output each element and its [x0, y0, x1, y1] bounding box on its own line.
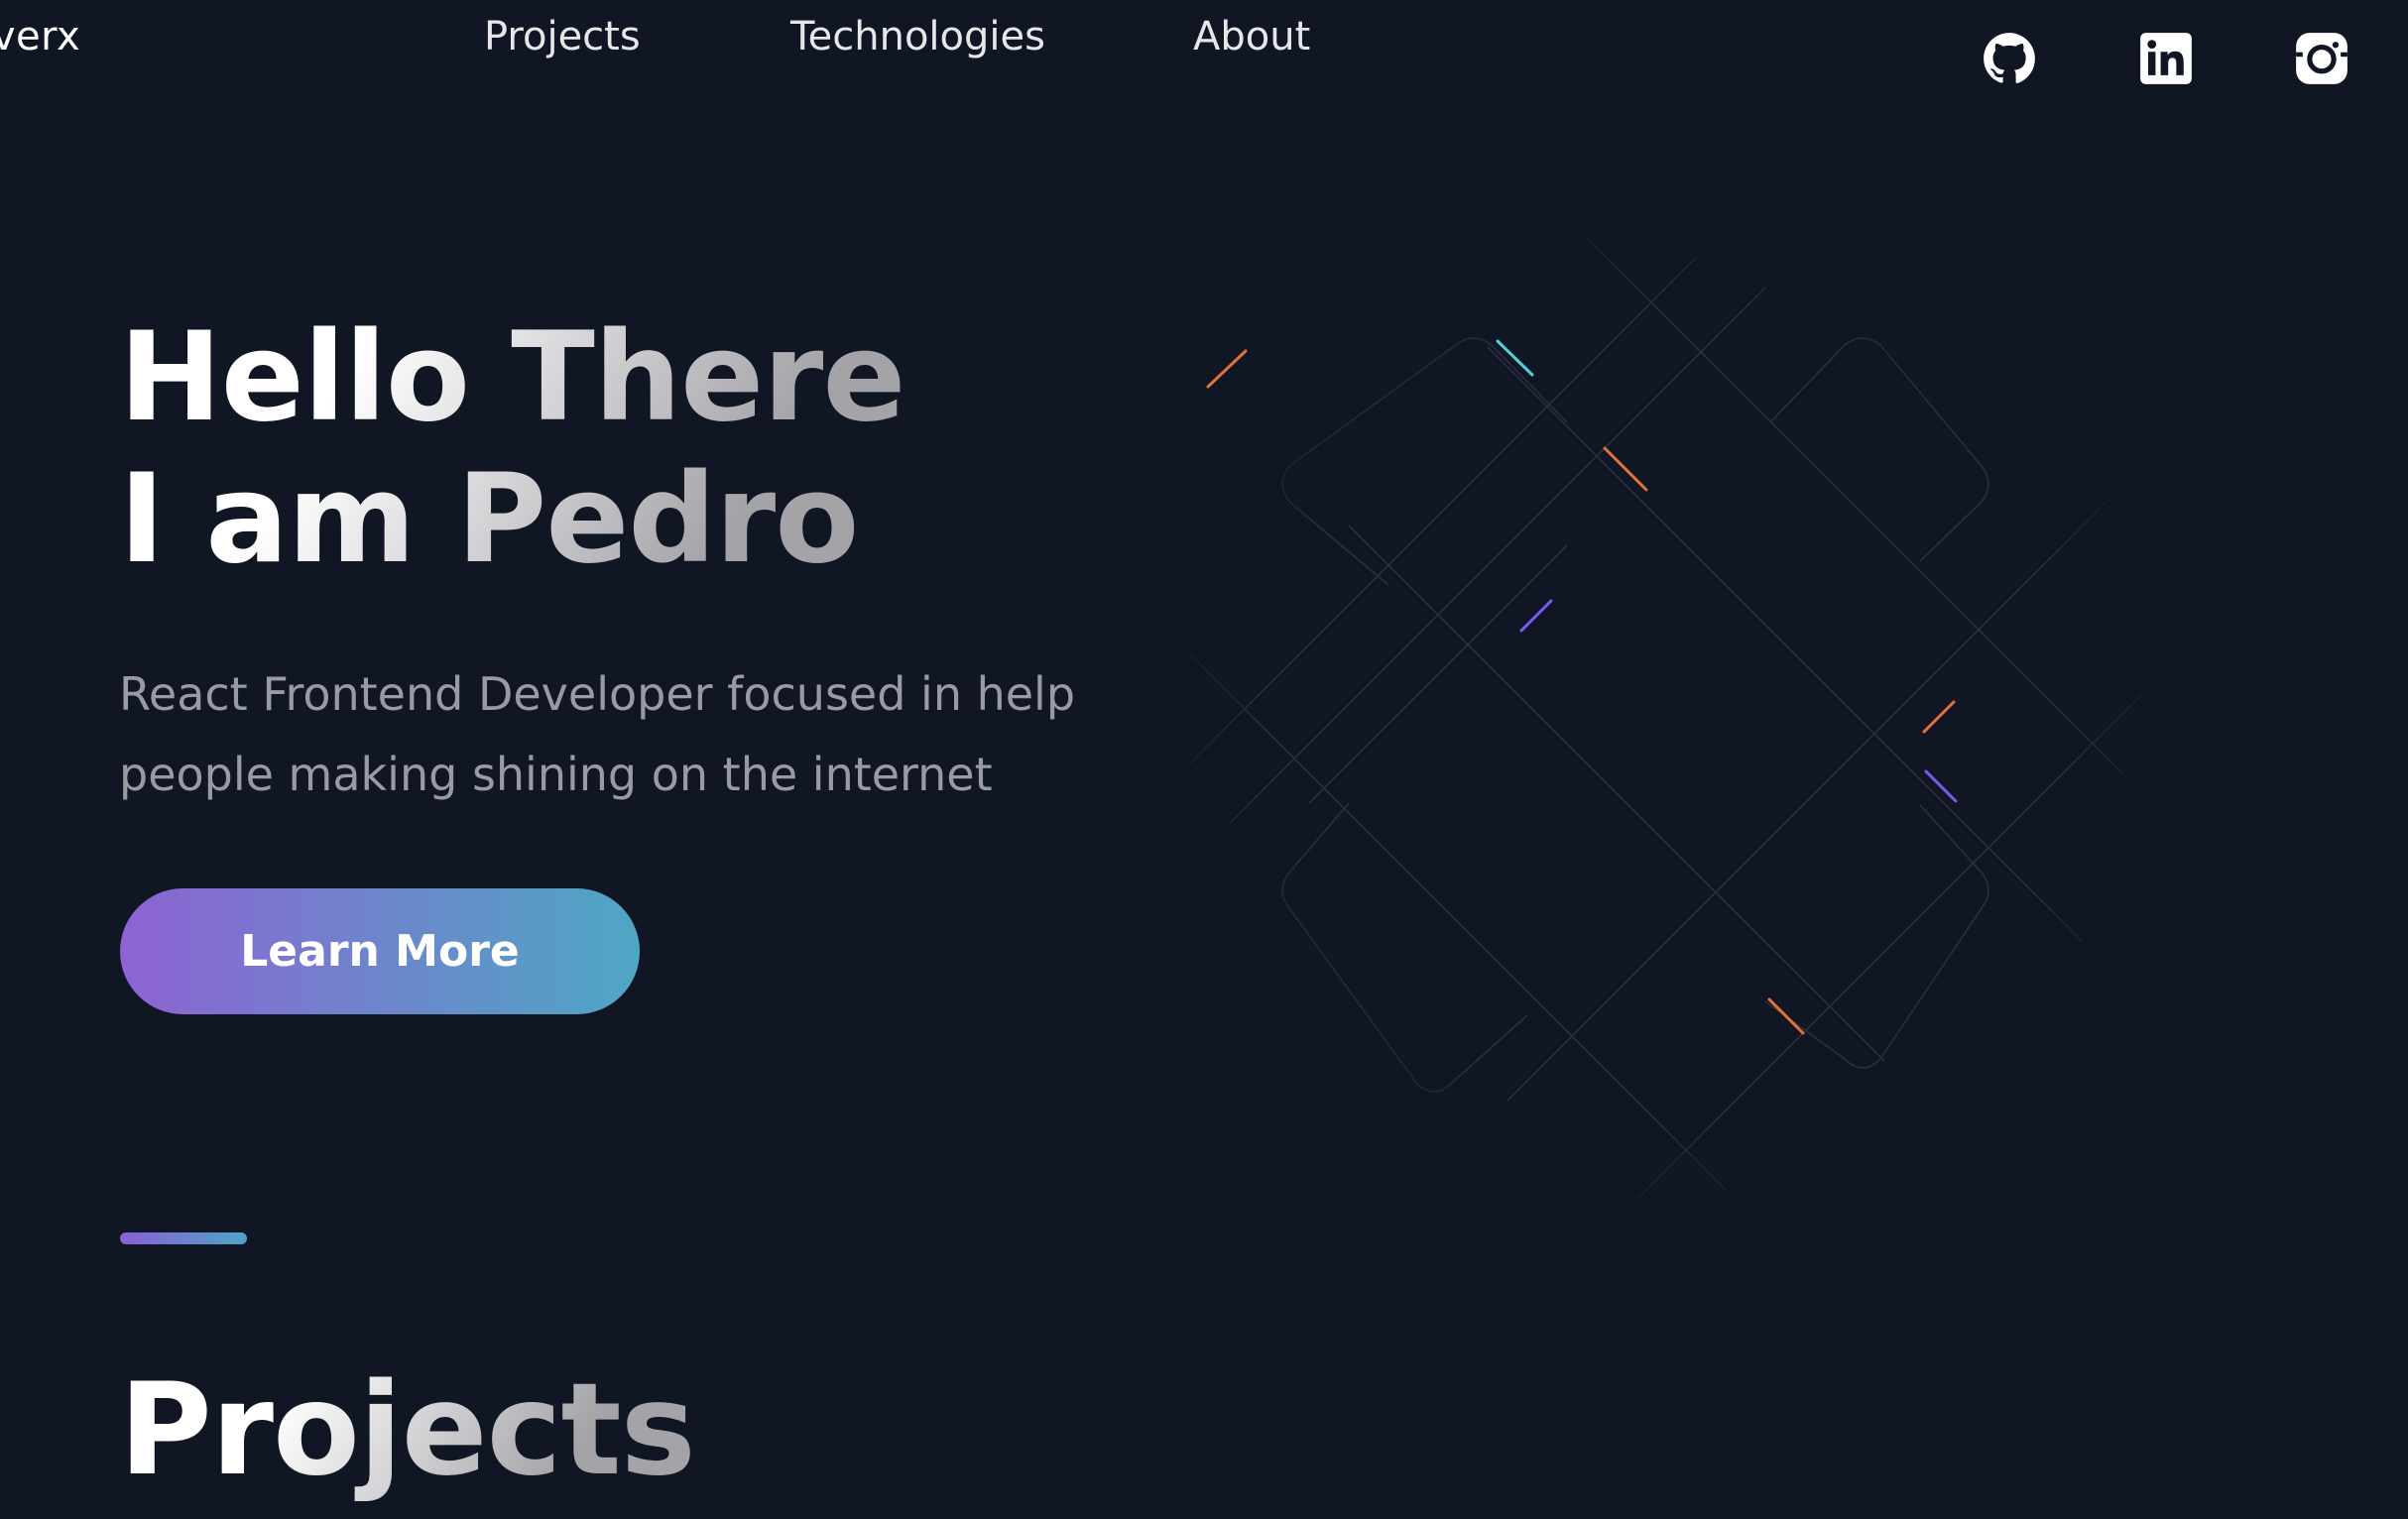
hero-title: Hello There I am Pedro — [119, 307, 904, 591]
github-icon — [1984, 33, 2035, 83]
nav-link-about[interactable]: About — [1193, 14, 1310, 59]
hero-title-line-1: Hello There — [119, 306, 905, 449]
streak-purple-2 — [1924, 769, 1958, 803]
instagram-link[interactable] — [2295, 32, 2348, 85]
streak-orange-4 — [1767, 997, 1805, 1035]
page: uverx Projects Technologies About — [0, 0, 2408, 1519]
streak-orange-2 — [1603, 446, 1648, 492]
hero-graphic — [1190, 237, 2142, 1200]
section-divider — [120, 1232, 247, 1244]
linkedin-icon — [2140, 33, 2192, 84]
hero-title-line-2: I am Pedro — [119, 448, 859, 591]
streak-orange-1 — [1206, 349, 1248, 389]
learn-more-button[interactable]: Learn More — [120, 888, 640, 1014]
nav-link-projects[interactable]: Projects — [484, 14, 641, 59]
projects-section-title: Projects — [119, 1356, 696, 1504]
logo[interactable]: uverx — [0, 14, 80, 59]
hero-subtitle: React Frontend Developer focused in help… — [119, 667, 1076, 801]
streak-orange-3 — [1922, 700, 1956, 734]
instagram-icon — [2296, 33, 2348, 84]
accent-streaks — [1206, 339, 1958, 1035]
github-link[interactable] — [1983, 32, 2036, 85]
linkedin-link[interactable] — [2139, 32, 2193, 85]
nav-link-technologies[interactable]: Technologies — [790, 14, 1045, 59]
grid-lines — [1190, 237, 2142, 1200]
streak-purple-1 — [1519, 599, 1553, 633]
